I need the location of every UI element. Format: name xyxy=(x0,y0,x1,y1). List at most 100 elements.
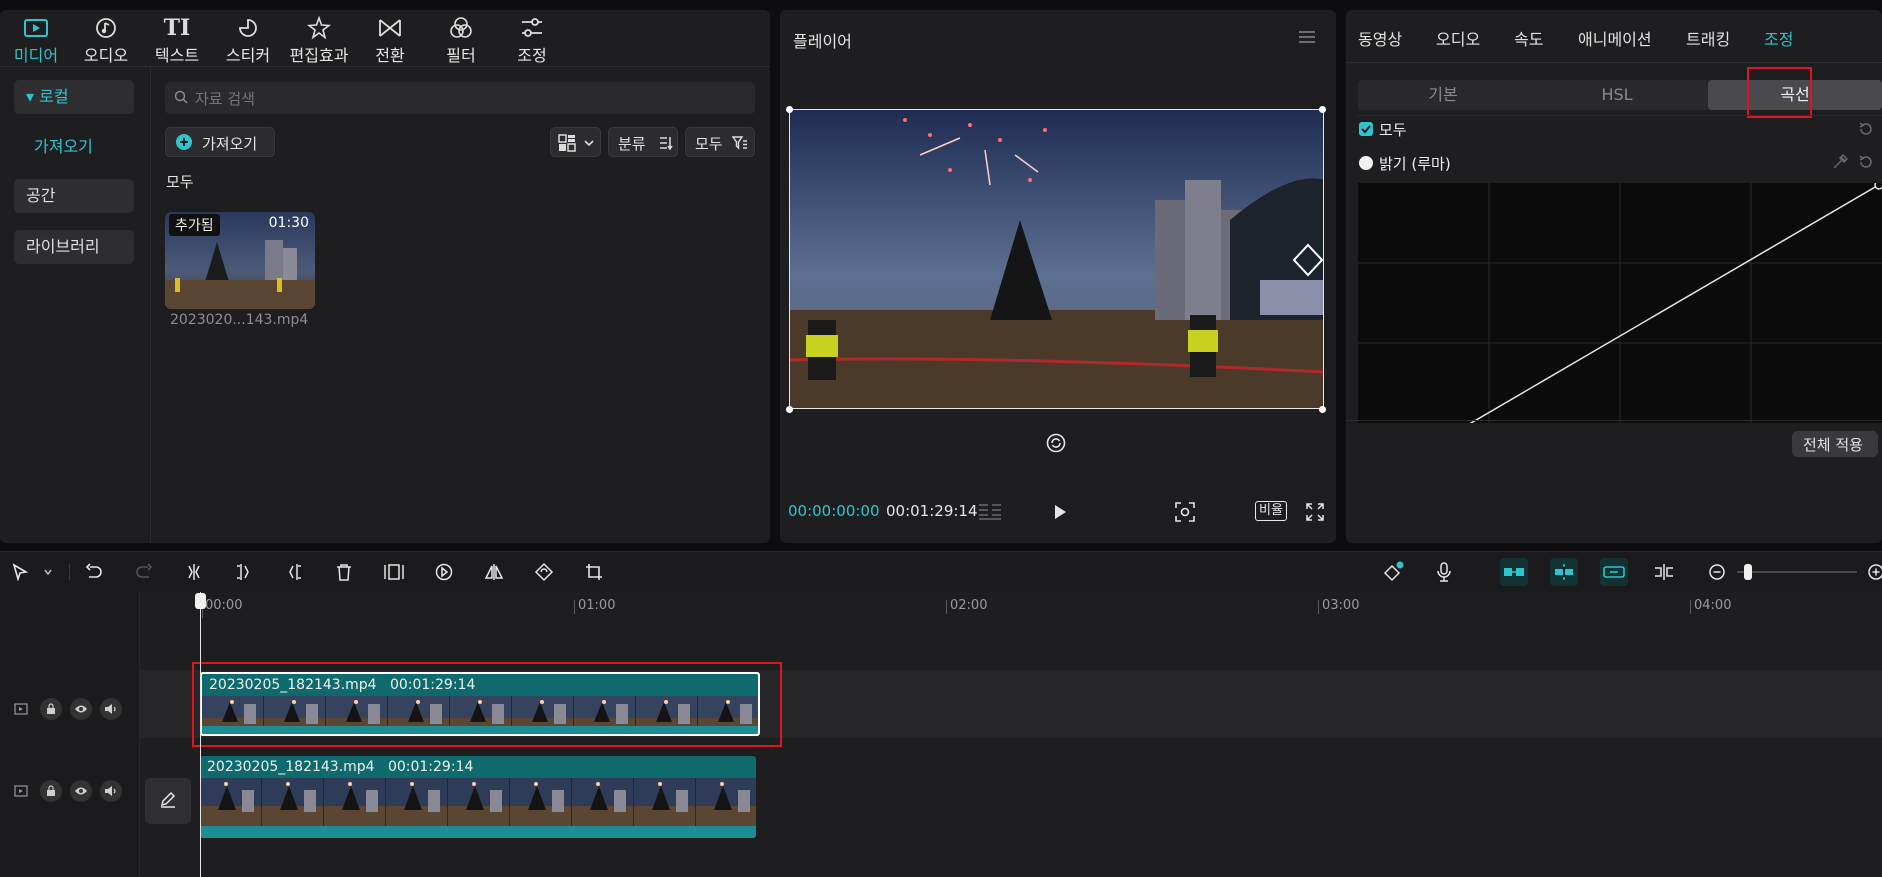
reverse-icon[interactable] xyxy=(430,558,458,586)
all-checkbox[interactable] xyxy=(1359,122,1373,136)
tab-media[interactable]: 미디어 xyxy=(0,10,72,66)
subtab-hsl[interactable]: HSL xyxy=(1532,80,1702,110)
tab-filter[interactable]: 필터 xyxy=(425,10,497,66)
luma-radio[interactable] xyxy=(1359,156,1373,170)
ruler-label: 00:00 xyxy=(205,598,243,613)
play-icon[interactable] xyxy=(1052,503,1068,525)
tab-text[interactable]: TI 텍스트 xyxy=(141,10,213,66)
sidebar-item-library[interactable]: 라이브러리 xyxy=(14,230,134,264)
sidebar-item-library-label: 라이브러리 xyxy=(26,237,100,256)
zoom-slider-handle[interactable] xyxy=(1744,564,1752,580)
sidebar-item-space[interactable]: 공간 xyxy=(14,179,134,213)
reset-icon[interactable] xyxy=(1858,121,1874,141)
freeze-frame-icon[interactable] xyxy=(380,558,408,586)
media-sidebar: ▾ 로컬 가져오기 공간 라이브러리 xyxy=(0,66,151,543)
fit-screen-icon[interactable] xyxy=(1175,502,1195,526)
tab-media-label: 미디어 xyxy=(13,46,59,65)
tab-animation[interactable]: 애니메이션 xyxy=(1578,26,1652,50)
tab-adjust[interactable]: 조정 xyxy=(496,10,568,66)
time-ruler[interactable]: 00:00 01:00 02:00 03:00 04:00 xyxy=(202,592,1882,618)
zoom-in-icon[interactable] xyxy=(1862,558,1882,586)
tab-effects[interactable]: 편집효과 xyxy=(283,10,355,66)
split-icon[interactable] xyxy=(180,558,208,586)
total-time: 00:01:29:14 xyxy=(886,502,978,520)
track-cover-icon[interactable] xyxy=(10,698,32,720)
rotate-clip-icon[interactable] xyxy=(530,558,558,586)
ratio-button[interactable]: 비율 xyxy=(1255,501,1287,521)
sticker-icon xyxy=(212,15,284,41)
tab-filter-label: 필터 xyxy=(446,46,476,65)
redo-icon[interactable] xyxy=(130,558,158,586)
rotate-icon[interactable] xyxy=(1046,433,1066,457)
video-preview[interactable] xyxy=(789,109,1324,409)
curve-graph[interactable] xyxy=(1358,183,1882,423)
audio-icon[interactable] xyxy=(100,698,122,720)
main-track-magnet-icon[interactable] xyxy=(1500,558,1528,586)
visibility-icon[interactable] xyxy=(70,780,92,802)
tab-sticker[interactable]: 스티커 xyxy=(212,10,284,66)
audio-icon[interactable] xyxy=(100,780,122,802)
ruler-label: 04:00 xyxy=(1694,598,1732,613)
reset-luma-icon[interactable] xyxy=(1858,154,1874,174)
playhead[interactable] xyxy=(200,592,201,877)
search-input[interactable] xyxy=(193,82,737,116)
lock-icon[interactable] xyxy=(40,698,62,720)
preview-axis-icon[interactable] xyxy=(1650,558,1678,586)
select-tool-icon[interactable] xyxy=(6,558,34,586)
delete-icon[interactable] xyxy=(330,558,358,586)
split-right-icon[interactable] xyxy=(280,558,308,586)
timeline-grid-icon[interactable] xyxy=(978,504,1002,524)
media-thumbnail[interactable]: 추가됨 01:30 xyxy=(165,212,315,309)
adjust-icon xyxy=(496,15,568,41)
zoom-slider-track[interactable] xyxy=(1737,571,1857,573)
crop-icon[interactable] xyxy=(580,558,608,586)
crop-handle-br[interactable] xyxy=(1319,406,1326,413)
tab-speed[interactable]: 속도 xyxy=(1514,26,1543,50)
linkage-icon[interactable] xyxy=(1600,558,1628,586)
fullscreen-icon[interactable] xyxy=(1306,503,1324,525)
ruler-tick xyxy=(574,600,575,614)
filter-icon xyxy=(425,15,497,41)
menu-icon[interactable] xyxy=(1298,30,1316,48)
tab-audio-props[interactable]: 오디오 xyxy=(1436,26,1480,50)
tab-audio[interactable]: 오디오 xyxy=(70,10,142,66)
current-time: 00:00:00:00 xyxy=(788,502,880,520)
view-mode-button[interactable] xyxy=(550,127,601,157)
sort-button[interactable]: 분류 xyxy=(608,127,678,157)
mirror-icon[interactable] xyxy=(480,558,508,586)
split-left-icon[interactable] xyxy=(230,558,258,586)
microphone-icon[interactable] xyxy=(1430,558,1458,586)
lock-icon[interactable] xyxy=(40,780,62,802)
sidebar-item-space-label: 공간 xyxy=(26,186,56,205)
filter-button[interactable]: 모두 xyxy=(685,127,755,157)
tab-tracking[interactable]: 트래킹 xyxy=(1686,26,1730,50)
sidebar-item-import[interactable]: 가져오기 xyxy=(14,130,134,164)
auto-keyframe-icon[interactable] xyxy=(1380,558,1408,586)
player-panel: 플레이어 00:00:00:00 00:01:29:14 비율 xyxy=(780,10,1336,543)
ruler-label: 01:00 xyxy=(578,598,616,613)
crop-handle-bl[interactable] xyxy=(786,406,793,413)
apply-all-button[interactable]: 전체 적용 xyxy=(1792,431,1878,457)
timeline: 00:00 01:00 02:00 03:00 04:00 20230205_1… xyxy=(0,592,1882,877)
tab-transition[interactable]: 전환 xyxy=(354,10,426,66)
crop-handle-tl[interactable] xyxy=(786,106,793,113)
visibility-icon[interactable] xyxy=(70,698,92,720)
playhead-handle[interactable] xyxy=(195,593,206,609)
zoom-out-icon[interactable] xyxy=(1703,558,1731,586)
crop-handle-tr[interactable] xyxy=(1319,106,1326,113)
subtab-basic[interactable]: 기본 xyxy=(1358,80,1528,110)
import-button[interactable]: 가져오기 xyxy=(165,127,275,157)
tab-adjust-props[interactable]: 조정 xyxy=(1764,26,1793,50)
ruler-tick xyxy=(1690,600,1691,614)
sidebar-item-local[interactable]: ▾ 로컬 xyxy=(14,80,134,114)
cover-edit-button[interactable] xyxy=(145,778,191,824)
track-cover-icon[interactable] xyxy=(10,780,32,802)
eyedropper-icon[interactable] xyxy=(1832,154,1848,174)
select-tool-chevron-icon[interactable] xyxy=(34,558,62,586)
tab-video[interactable]: 동영상 xyxy=(1358,26,1402,50)
timeline-clip[interactable]: 20230205_182143.mp4 00:01:29:14 xyxy=(200,756,756,838)
undo-icon[interactable] xyxy=(80,558,108,586)
auto-snap-icon[interactable] xyxy=(1550,558,1578,586)
tab-sticker-label: 스티커 xyxy=(225,46,271,65)
sort-icon xyxy=(659,136,673,154)
